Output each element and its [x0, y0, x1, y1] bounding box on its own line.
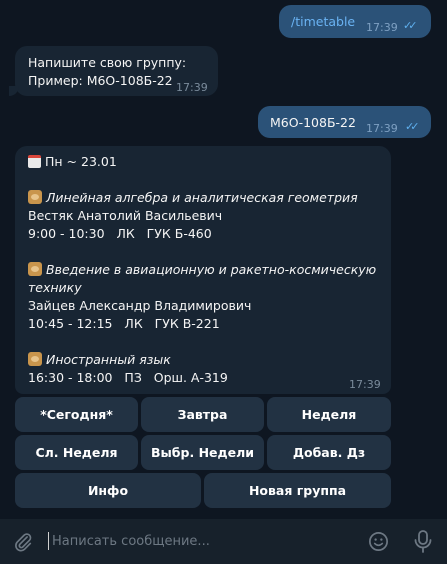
message-composer: Написать сообщение...	[0, 519, 447, 564]
teacher-emoji-icon	[28, 352, 42, 366]
message-time: 17:39	[176, 81, 208, 94]
lesson-details: 16:30 - 18:00 ПЗ Орш. А-319	[28, 370, 228, 385]
message-time: 17:39	[366, 122, 398, 135]
calendar-icon	[28, 155, 41, 168]
message-time: 17:39	[366, 21, 398, 34]
add-homework-button[interactable]: Добав. Дз	[267, 435, 391, 470]
outgoing-message: /timetable 17:39 ✓✓	[279, 5, 431, 38]
attach-icon[interactable]	[12, 531, 34, 553]
read-ticks-icon: ✓✓	[403, 19, 418, 32]
lesson-teacher: Вестяк Анатолий Васильевич	[28, 208, 223, 223]
outgoing-message: М6О-108Б-22 17:39 ✓✓	[258, 106, 431, 138]
microphone-icon[interactable]	[412, 529, 434, 554]
lesson-subject: Введение в авиационную и ракетно-космиче…	[28, 261, 376, 279]
choose-weeks-button[interactable]: Выбр. Недели	[141, 435, 264, 470]
emoji-icon[interactable]	[367, 530, 390, 553]
next-week-button[interactable]: Сл. Неделя	[15, 435, 138, 470]
message-input[interactable]: Написать сообщение...	[52, 532, 352, 552]
read-ticks-icon: ✓✓	[405, 120, 420, 133]
lesson-teacher: Зайцев Александр Владимирович	[28, 298, 252, 313]
subject-title: Линейная алгебра и аналитическая геометр…	[46, 190, 358, 205]
teacher-emoji-icon	[28, 262, 42, 276]
subject-title-continued: технику	[28, 280, 82, 295]
message-line: Пример: М6О-108Б-22	[28, 73, 173, 88]
teacher-emoji-icon	[28, 190, 42, 204]
text-caret	[48, 532, 49, 550]
today-button[interactable]: *Сегодня*	[15, 397, 138, 432]
lesson-details: 9:00 - 10:30 ЛК ГУК Б-460	[28, 226, 212, 241]
message-line: Напишите свою группу:	[28, 55, 187, 70]
info-button[interactable]: Инфо	[15, 473, 201, 508]
chat-area: /timetable 17:39 ✓✓ Напишите свою группу…	[0, 0, 447, 519]
lesson-subject: Линейная алгебра и аналитическая геометр…	[28, 189, 358, 207]
command-link[interactable]: /timetable	[291, 13, 355, 31]
incoming-message: Напишите свою группу: Пример: М6О-108Б-2…	[15, 46, 218, 96]
new-group-button[interactable]: Новая группа	[204, 473, 391, 508]
subject-title: Введение в авиационную и ракетно-космиче…	[46, 262, 377, 277]
schedule-message: Пн ~ 23.01 Линейная алгебра и аналитичес…	[15, 146, 391, 394]
message-text: М6О-108Б-22	[270, 115, 356, 130]
tomorrow-button[interactable]: Завтра	[141, 397, 264, 432]
day-label: Пн ~ 23.01	[45, 154, 117, 169]
lesson-subject: Иностранный язык	[28, 351, 171, 369]
schedule-day: Пн ~ 23.01	[28, 153, 117, 171]
message-time: 17:39	[349, 378, 381, 391]
week-button[interactable]: Неделя	[267, 397, 391, 432]
lesson-details: 10:45 - 12:15 ЛК ГУК В-221	[28, 316, 220, 331]
bubble-tail	[9, 86, 19, 96]
subject-title: Иностранный язык	[46, 352, 171, 367]
